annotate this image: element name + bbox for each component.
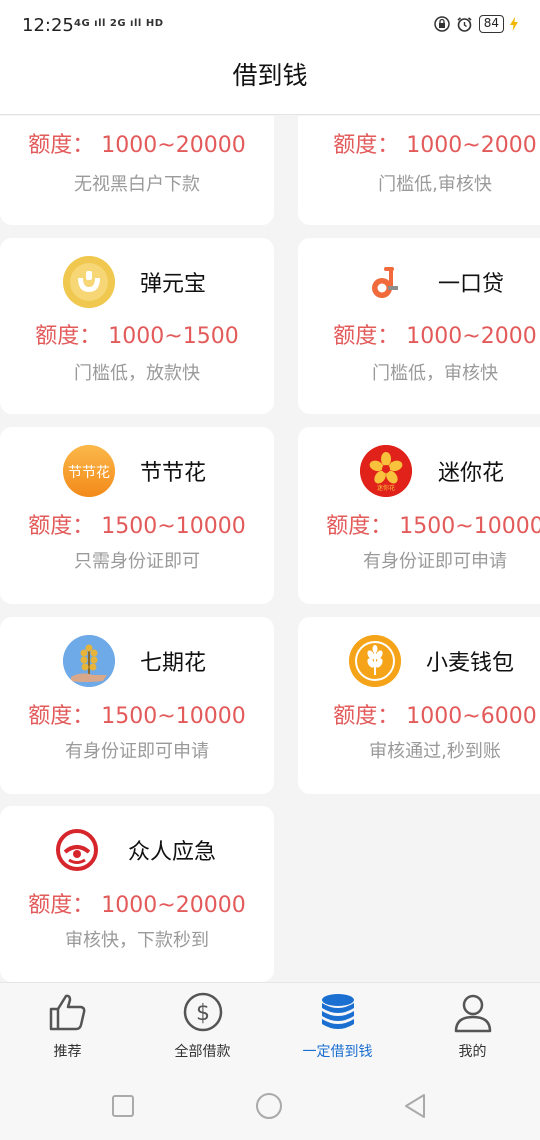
wheat-icon (349, 635, 401, 687)
tab-label: 我的 (458, 1044, 487, 1060)
loan-amount: 额度： 1000~2000 (333, 324, 537, 349)
status-icons: 84 (433, 15, 518, 33)
loan-amount: 额度： 1000~20000 (28, 893, 246, 918)
bottom-tab-bar: 推荐 $ 全部借款 一定借到钱 我的 (0, 982, 540, 1072)
loan-amount: 额度： 1000~20000 (28, 133, 246, 158)
tab-recommend[interactable]: 推荐 (0, 983, 135, 1073)
loan-card[interactable]: 迷你花 迷你花 额度： 1500~10000 有身份证即可申请 (298, 427, 540, 604)
battery-level: 84 (478, 15, 504, 33)
loan-card[interactable]: 额度： 1000~2000 门槛低,审核快 (298, 116, 540, 225)
back-icon[interactable] (400, 1090, 432, 1122)
page-title: 借到钱 (232, 61, 308, 90)
home-icon[interactable] (253, 1090, 285, 1122)
status-time: 12:25 (22, 15, 74, 36)
loan-description: 无视黑白户下款 (74, 174, 200, 195)
loan-description: 门槛低,审核快 (378, 174, 492, 195)
charging-icon (510, 17, 518, 31)
loan-name: 小麦钱包 (426, 651, 515, 676)
alarm-icon (457, 16, 472, 32)
loan-amount: 额度： 1000~1500 (35, 324, 239, 349)
loan-amount: 额度： 1500~10000 (28, 704, 246, 729)
loan-card[interactable]: 弹元宝 额度： 1000~1500 门槛低，放款快 (0, 238, 274, 414)
loan-card[interactable]: 七期花 额度： 1500~10000 有身份证即可申请 (0, 617, 274, 794)
dollar-circle-icon: $ (183, 992, 223, 1032)
page-header: 借到钱 (0, 52, 540, 115)
plant-icon (63, 635, 115, 687)
loan-description: 有身份证即可申请 (363, 551, 507, 572)
loan-name: 迷你花 (438, 461, 505, 486)
loan-card[interactable]: 一口贷 额度： 1000~2000 门槛低，审核快 (298, 238, 540, 414)
loan-amount: 额度： 1000~6000 (333, 704, 537, 729)
loan-description: 门槛低，审核快 (372, 363, 498, 384)
logo-text: 迷你花 (377, 484, 395, 492)
loan-card[interactable]: 额度： 1000~20000 无视黑白户下款 (0, 116, 274, 225)
thumbs-up-icon (49, 994, 86, 1031)
logo-text: 节节花 (68, 465, 110, 481)
loan-name: 节节花 (140, 461, 207, 486)
system-navigation-bar (0, 1072, 540, 1140)
loan-card[interactable]: 众人应急 额度： 1000~20000 审核快，下款秒到 (0, 806, 274, 982)
coin-stack-icon (322, 994, 354, 1029)
svg-text:$: $ (196, 1001, 210, 1026)
loan-name: 七期花 (140, 651, 207, 676)
loan-card[interactable]: 节节花 节节花 额度： 1500~10000 只需身份证即可 (0, 427, 274, 604)
status-bar: 12:25 4G ıll 2G ıll HD 84 (0, 0, 540, 52)
loan-list[interactable]: 额度： 1000~20000 无视黑白户下款 额度： 1000~2000 门槛低… (0, 116, 540, 982)
loan-description: 只需身份证即可 (74, 551, 200, 572)
flower-icon: 迷你花 (360, 445, 412, 497)
recent-apps-icon[interactable] (107, 1090, 139, 1122)
tab-mine[interactable]: 我的 (405, 983, 540, 1073)
network-indicator: 4G ıll 2G ıll HD (74, 18, 164, 29)
tab-label: 一定借到钱 (302, 1044, 373, 1060)
loan-name: 弹元宝 (140, 272, 207, 297)
tab-all-loans[interactable]: $ 全部借款 (135, 983, 270, 1073)
loan-amount: 额度： 1000~2000 (333, 133, 537, 158)
loan-amount: 额度： 1500~10000 (326, 514, 540, 539)
loan-description: 有身份证即可申请 (65, 741, 209, 762)
tab-label: 推荐 (53, 1044, 82, 1060)
tab-label: 全部借款 (174, 1044, 231, 1060)
loan-description: 门槛低，放款快 (74, 363, 200, 384)
loan-name: 一口贷 (438, 272, 505, 297)
loan-amount: 额度： 1500~10000 (28, 514, 246, 539)
d-letter-icon (360, 256, 412, 308)
red-ring-icon (51, 824, 103, 876)
loan-description: 审核快，下款秒到 (65, 930, 209, 951)
loan-card[interactable]: 小麦钱包 额度： 1000~6000 审核通过,秒到账 (298, 617, 540, 794)
tab-guaranteed-loan[interactable]: 一定借到钱 (270, 983, 405, 1073)
gold-ingot-icon (63, 256, 115, 308)
loan-name: 众人应急 (128, 840, 217, 865)
loan-description: 审核通过,秒到账 (369, 741, 501, 762)
lock-icon (433, 16, 450, 32)
jiejiehua-icon: 节节花 (63, 445, 115, 497)
user-icon (454, 994, 492, 1033)
